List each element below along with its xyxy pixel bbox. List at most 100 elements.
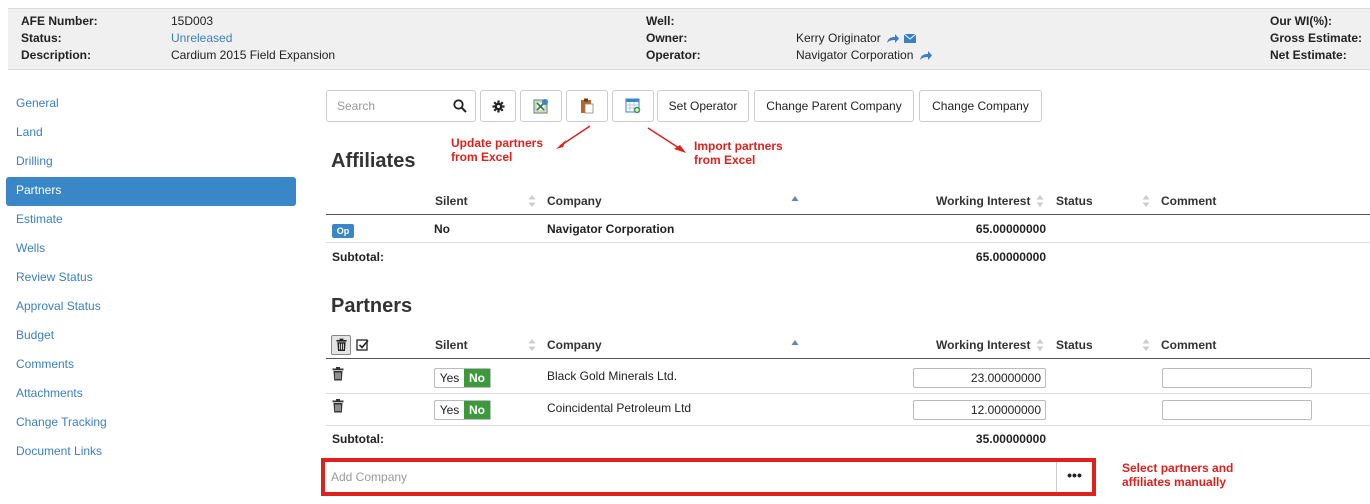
add-company-box: ••• (321, 458, 1096, 496)
add-company-input[interactable] (331, 466, 1056, 488)
browse-companies-button[interactable]: ••• (1056, 462, 1092, 492)
update-annotation-line1: Update partners (451, 136, 544, 150)
check-square-icon (356, 339, 369, 351)
sort-icon[interactable] (1036, 194, 1044, 208)
silent-toggle[interactable]: Yes No (434, 368, 491, 388)
select-partners-annotation: Select partners and affiliates manually (1122, 461, 1233, 489)
sidebar-item-wells[interactable]: Wells (6, 235, 296, 264)
update-annotation-line2: from Excel (451, 150, 513, 164)
status-value[interactable]: Unreleased (171, 31, 232, 45)
sort-icon[interactable] (1142, 338, 1150, 352)
sort-icon[interactable] (1036, 338, 1044, 352)
sidebar-item-land[interactable]: Land (6, 119, 296, 148)
silent-toggle-no[interactable]: No (464, 369, 490, 387)
affiliate-working-interest: 65.00000000 (975, 222, 1046, 236)
comment-input[interactable] (1162, 368, 1312, 388)
sort-icon[interactable] (528, 338, 536, 352)
select-all-button[interactable] (354, 337, 372, 354)
owner-label: Owner: (646, 31, 688, 45)
sidebar-item-partners[interactable]: Partners (6, 177, 296, 206)
operator-share-arrow-icon[interactable] (919, 50, 932, 61)
import-annotation-arrow (647, 127, 683, 151)
search-icon[interactable] (453, 99, 467, 113)
table-row[interactable]: Op No Navigator Corporation 65.00000000 (326, 215, 1370, 243)
sidebar-nav: General Land Drilling Partners Estimate … (6, 90, 296, 467)
well-label: Well: (646, 14, 675, 28)
sidebar-item-budget[interactable]: Budget (6, 322, 296, 351)
operator-badge: Op (332, 224, 354, 238)
gross-estimate-label: Gross Estimate: (1270, 31, 1363, 45)
sort-asc-icon[interactable] (791, 336, 799, 350)
select-annotation-line2: affiliates manually (1122, 475, 1227, 489)
delete-row-trash-icon[interactable] (332, 399, 344, 413)
paste-button[interactable] (566, 90, 608, 122)
partner-company: Coincidental Petroleum Ltd (547, 401, 692, 415)
sort-icon[interactable] (1142, 194, 1150, 208)
comment-input[interactable] (1162, 400, 1312, 420)
change-parent-company-button[interactable]: Change Parent Company (754, 90, 914, 122)
import-annotation-line1: Import partners (694, 139, 783, 153)
partners-col-working-interest[interactable]: Working Interest (936, 338, 1030, 352)
affiliates-subtotal-label: Subtotal: (332, 250, 384, 264)
affiliates-title: Affiliates (331, 150, 416, 172)
sidebar-item-comments[interactable]: Comments (6, 351, 296, 380)
affiliates-col-working-interest[interactable]: Working Interest (936, 194, 1030, 208)
change-company-button[interactable]: Change Company (919, 90, 1042, 122)
afe-number-label: AFE Number: (21, 14, 98, 28)
owner-share-arrow-icon[interactable] (886, 33, 900, 44)
delete-row-trash-icon[interactable] (332, 367, 344, 381)
table-row[interactable]: Yes No Coincidental Petroleum Ltd (326, 394, 1370, 426)
partners-col-silent[interactable]: Silent (435, 338, 468, 352)
partners-col-company[interactable]: Company (547, 338, 602, 352)
update-from-excel-button[interactable] (520, 90, 562, 122)
gear-icon (491, 99, 505, 113)
net-estimate-label: Net Estimate: (1270, 48, 1347, 62)
sidebar-item-document-links[interactable]: Document Links (6, 438, 296, 467)
settings-button[interactable] (480, 90, 516, 122)
sort-asc-icon[interactable] (791, 192, 799, 206)
silent-toggle[interactable]: Yes No (434, 400, 491, 420)
partners-col-status[interactable]: Status (1056, 338, 1093, 352)
silent-toggle-yes[interactable]: Yes (435, 401, 464, 419)
table-row[interactable]: Yes No Black Gold Minerals Ltd. (326, 362, 1370, 394)
affiliate-silent: No (434, 222, 450, 236)
search-box (326, 90, 476, 122)
annotation-arrows (556, 125, 686, 153)
sidebar-item-attachments[interactable]: Attachments (6, 380, 296, 409)
silent-toggle-yes[interactable]: Yes (435, 369, 464, 387)
affiliates-col-status[interactable]: Status (1056, 194, 1093, 208)
bulk-delete-button[interactable] (331, 335, 351, 355)
search-input[interactable] (337, 92, 455, 120)
excel-update-icon (533, 99, 548, 114)
sort-icon[interactable] (528, 194, 536, 208)
silent-toggle-no[interactable]: No (464, 401, 490, 419)
affiliates-col-company[interactable]: Company (547, 194, 602, 208)
update-arrow-head (556, 140, 566, 149)
set-operator-button[interactable]: Set Operator (657, 90, 749, 122)
import-annotation-line2: from Excel (694, 153, 756, 167)
sidebar-item-drilling[interactable]: Drilling (6, 148, 296, 177)
sidebar-item-change-tracking[interactable]: Change Tracking (6, 409, 296, 438)
import-from-excel-button[interactable] (612, 90, 654, 122)
partners-col-comment[interactable]: Comment (1161, 338, 1216, 352)
owner-field: Kerry Originator (796, 31, 917, 45)
working-interest-input[interactable] (913, 400, 1046, 420)
affiliates-col-silent[interactable]: Silent (435, 194, 468, 208)
sidebar-item-general[interactable]: General (6, 90, 296, 119)
sidebar-item-approval-status[interactable]: Approval Status (6, 293, 296, 322)
update-partners-annotation: Update partners from Excel (451, 136, 543, 164)
affiliates-subtotal-row: Subtotal: 65.00000000 (326, 243, 1370, 271)
working-interest-input[interactable] (913, 368, 1046, 388)
sidebar-item-estimate[interactable]: Estimate (6, 206, 296, 235)
trash-icon (336, 338, 347, 351)
affiliates-grid-header: Silent Company Working Interest Status C… (326, 187, 1370, 215)
description-value: Cardium 2015 Field Expansion (171, 48, 336, 62)
afe-header: AFE Number: 15D003 Well: Our WI(%): Stat… (8, 8, 1370, 70)
affiliates-col-comment[interactable]: Comment (1161, 194, 1216, 208)
operator-field: Navigator Corporation (796, 48, 932, 62)
sidebar-item-review-status[interactable]: Review Status (6, 264, 296, 293)
afe-number-value: 15D003 (171, 14, 214, 28)
affiliates-subtotal-value: 65.00000000 (975, 250, 1046, 264)
our-wi-label: Our WI(%): (1270, 14, 1332, 28)
owner-email-icon[interactable] (904, 34, 917, 44)
